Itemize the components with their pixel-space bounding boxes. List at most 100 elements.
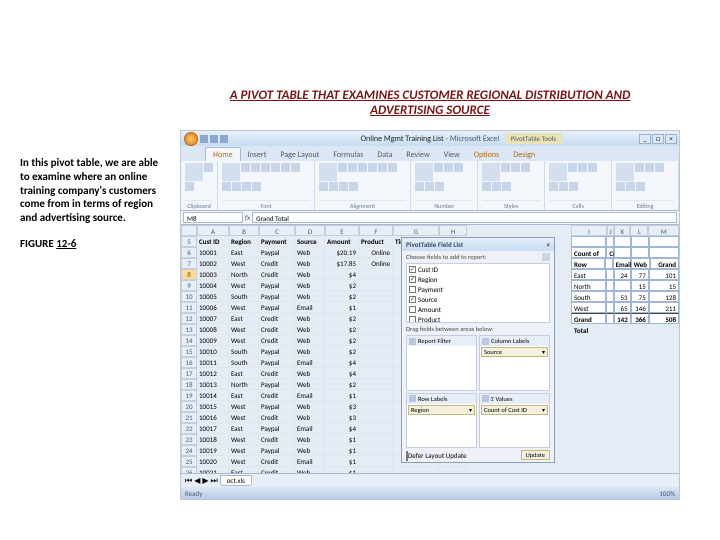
cell[interactable]: Email <box>295 456 325 467</box>
cell[interactable]: Product <box>359 236 393 247</box>
cell[interactable]: Web <box>295 434 325 445</box>
cell[interactable]: 10002 <box>197 258 229 269</box>
cell[interactable]: $1 <box>325 445 359 456</box>
cell[interactable]: Credit <box>259 324 295 335</box>
cell[interactable]: $3 <box>325 412 359 423</box>
cell[interactable]: $2 <box>325 379 359 390</box>
cell[interactable]: Credit <box>259 335 295 346</box>
tab-nav-last[interactable]: ⏭ <box>211 476 218 486</box>
pill-source[interactable]: Source▾ <box>481 347 548 357</box>
cell[interactable]: Credit <box>259 390 295 401</box>
cell[interactable]: 10004 <box>197 280 229 291</box>
cell[interactable]: 10013 <box>197 379 229 390</box>
cell[interactable]: $2 <box>325 346 359 357</box>
close-icon[interactable]: × <box>547 240 551 249</box>
area-values[interactable]: Σ Values Count of Cust ID▾ <box>479 393 550 449</box>
cell[interactable]: Cust ID <box>197 236 229 247</box>
cell[interactable]: South <box>229 357 259 368</box>
maximize-button[interactable]: □ <box>652 134 664 144</box>
cell[interactable]: Email <box>295 390 325 401</box>
cell[interactable]: $2 <box>325 324 359 335</box>
pivot-cell[interactable]: 366 <box>631 313 649 324</box>
checkbox[interactable] <box>409 306 416 313</box>
col-header[interactable]: L <box>630 225 648 236</box>
cell[interactable] <box>359 434 393 445</box>
cell[interactable]: $4 <box>325 269 359 280</box>
pivot-cell[interactable]: West <box>571 302 606 313</box>
cell[interactable]: $4 <box>325 423 359 434</box>
pivot-cell[interactable]: 101 <box>649 269 679 280</box>
pivot-cell[interactable]: 24 <box>614 269 630 280</box>
col-header[interactable]: I <box>571 225 607 236</box>
tab-nav-first[interactable]: ⏮ <box>185 476 192 486</box>
cell[interactable]: North <box>229 269 259 280</box>
cell[interactable]: West <box>229 302 259 313</box>
cell[interactable]: 10021 <box>197 467 229 473</box>
pivot-cell[interactable]: Web <box>631 258 650 269</box>
pivot-cell[interactable] <box>606 269 614 280</box>
cell[interactable]: Amount <box>325 236 359 247</box>
cell[interactable]: 10011 <box>197 357 229 368</box>
col-header[interactable]: F <box>359 225 393 236</box>
pivot-table[interactable]: IJKLMCount of Cust IDColumn LabelsRow La… <box>571 225 679 324</box>
cell[interactable]: Web <box>295 324 325 335</box>
pivot-cell[interactable]: 65 <box>614 302 630 313</box>
cell[interactable]: West <box>229 456 259 467</box>
cell[interactable]: $1 <box>325 390 359 401</box>
cell[interactable]: Web <box>295 445 325 456</box>
field-amount[interactable]: Amount <box>407 304 549 314</box>
cell[interactable]: Online <box>359 247 393 258</box>
name-box[interactable]: M8 <box>183 212 243 223</box>
cell[interactable]: West <box>229 401 259 412</box>
cell[interactable]: 10019 <box>197 445 229 456</box>
pivot-cell[interactable]: 142 <box>614 313 631 324</box>
cell[interactable]: 10018 <box>197 434 229 445</box>
cell[interactable]: Paypal <box>259 302 295 313</box>
cell[interactable]: $1 <box>325 467 359 473</box>
cell[interactable]: Credit <box>259 313 295 324</box>
cell[interactable]: Email <box>295 302 325 313</box>
cell[interactable]: Credit <box>259 456 295 467</box>
cell[interactable]: Paypal <box>259 280 295 291</box>
cell[interactable]: Web <box>295 467 325 473</box>
pivot-cell[interactable]: Grand Total <box>650 258 679 269</box>
cell[interactable]: Paypal <box>259 401 295 412</box>
cell[interactable]: Web <box>295 346 325 357</box>
tab-home[interactable]: Home <box>205 147 241 161</box>
col-header[interactable]: D <box>295 225 325 236</box>
cell[interactable]: West <box>229 445 259 456</box>
cell[interactable]: $20.19 <box>325 247 359 258</box>
cell[interactable]: Paypal <box>259 291 295 302</box>
cell[interactable]: Email <box>295 357 325 368</box>
cell[interactable]: 10001 <box>197 247 229 258</box>
tab-data[interactable]: Data <box>370 148 399 161</box>
cell[interactable]: $4 <box>325 368 359 379</box>
col-header[interactable]: J <box>607 225 614 236</box>
cell[interactable]: 10014 <box>197 390 229 401</box>
cell[interactable] <box>359 291 393 302</box>
col-header[interactable]: M <box>648 225 679 236</box>
pivot-cell[interactable]: South <box>571 291 606 302</box>
pivot-cell[interactable] <box>606 280 614 291</box>
pivot-cell[interactable]: 53 <box>614 291 630 302</box>
field-region[interactable]: ✓Region <box>407 274 549 284</box>
cell[interactable]: Credit <box>259 434 295 445</box>
col-header[interactable]: C <box>259 225 295 236</box>
cell[interactable]: Web <box>295 258 325 269</box>
pivot-cell[interactable] <box>606 302 614 313</box>
update-button[interactable]: Update <box>521 450 550 460</box>
cell[interactable]: Paypal <box>259 379 295 390</box>
chevron-down-icon[interactable]: ▾ <box>469 406 472 414</box>
cell[interactable]: East <box>229 313 259 324</box>
cell[interactable]: 10009 <box>197 335 229 346</box>
pivot-cell[interactable] <box>649 236 679 247</box>
tab-page-layout[interactable]: Page Layout <box>273 148 326 161</box>
pivot-cell[interactable] <box>614 236 630 247</box>
cell[interactable]: Web <box>295 401 325 412</box>
cell[interactable]: Web <box>295 379 325 390</box>
cell[interactable]: Region <box>229 236 259 247</box>
cell[interactable]: Credit <box>259 368 295 379</box>
sheet-tab[interactable]: oct.xls <box>220 475 252 486</box>
cell[interactable]: $4 <box>325 357 359 368</box>
cell[interactable]: Web <box>295 280 325 291</box>
